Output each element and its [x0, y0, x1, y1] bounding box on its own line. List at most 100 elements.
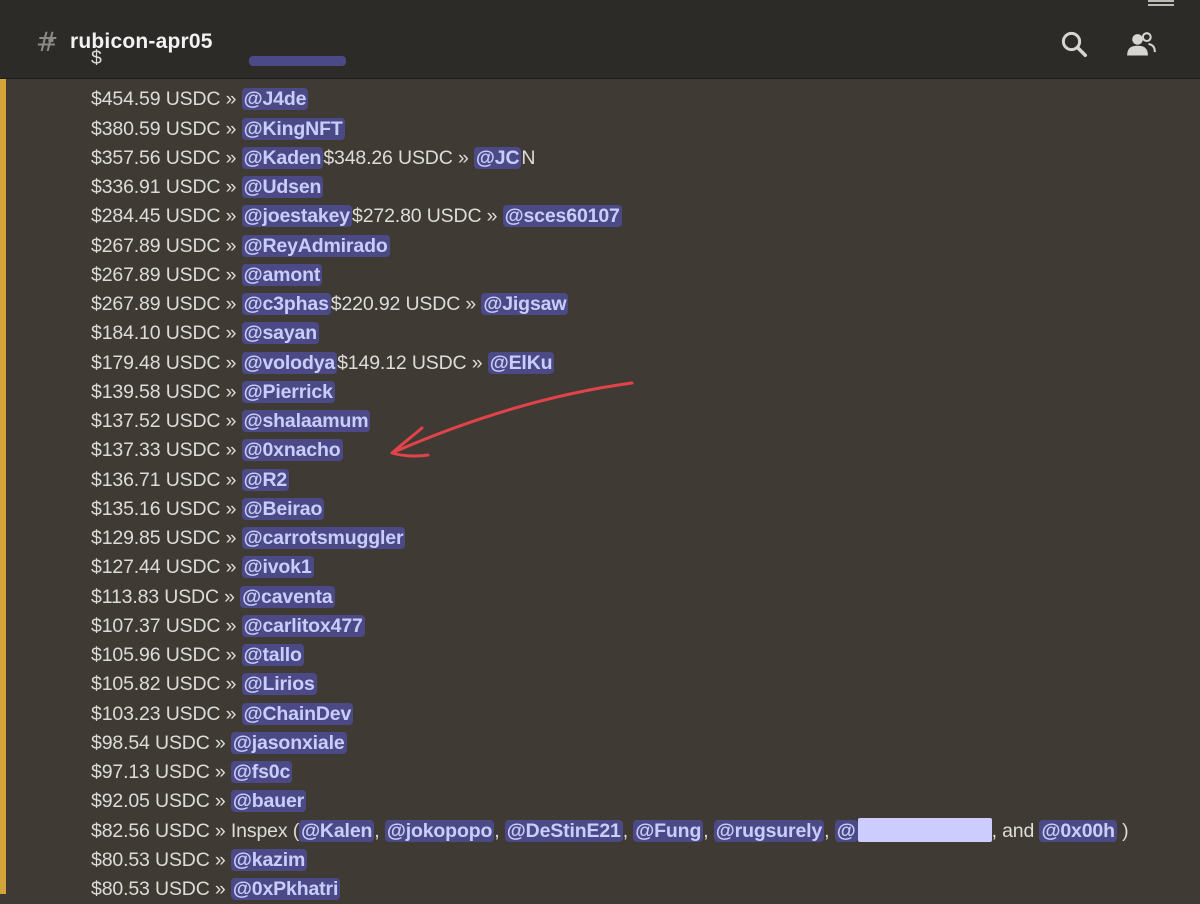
list-item: $380.59 USDC » @KingNFT — [91, 115, 1191, 144]
user-mention[interactable]: @bauer — [230, 790, 307, 813]
list-item: $184.10 USDC » @sayan — [91, 319, 1191, 348]
user-mention[interactable]: @Udsen — [241, 176, 324, 198]
amount-text: $357.56 USDC » — [91, 146, 242, 169]
user-mention[interactable]: @caventa — [240, 585, 335, 608]
suffix-text: N — [521, 146, 536, 169]
user-mention[interactable]: @ChainDev — [241, 702, 354, 725]
list-item: $284.45 USDC » @joestakey $272.80 USDC » … — [91, 202, 1191, 231]
list-item: $267.89 USDC » @amont — [91, 261, 1191, 290]
amount-text: $380.59 USDC » — [91, 117, 242, 140]
amount-text: $127.44 USDC » — [91, 556, 242, 579]
list-item: $ — [91, 47, 1191, 85]
amount-text: $105.82 USDC » — [91, 673, 242, 696]
amount-text: $97.13 USDC » — [91, 761, 231, 783]
amount-text: $137.52 USDC » — [91, 410, 242, 432]
user-mention[interactable]: @Beirao — [241, 497, 325, 520]
user-mention[interactable]: @0xnacho — [241, 439, 343, 462]
list-item: $113.83 USDC » @caventa — [91, 583, 1191, 612]
amount-text: $98.54 USDC » — [91, 731, 231, 754]
user-mention[interactable]: @jokopopo — [384, 819, 495, 842]
user-mention[interactable]: @jasonxiale — [230, 731, 347, 754]
amount-text: $179.48 USDC » — [91, 351, 242, 374]
message-list: $ $454.59 USDC » @J4de $380.59 USDC » @Kin… — [91, 47, 1191, 904]
amount-text: $454.59 USDC » — [91, 88, 242, 111]
amount-text: $105.96 USDC » — [91, 644, 242, 666]
list-item: $137.33 USDC » @0xnacho — [91, 436, 1191, 465]
separator-text: , and — [991, 819, 1040, 842]
list-item: $135.16 USDC » @Beirao — [91, 495, 1191, 524]
amount-text: $184.10 USDC » — [91, 322, 242, 345]
search-icon — [1061, 31, 1087, 57]
user-mention[interactable]: @carlitox477 — [241, 614, 365, 637]
list-item: $129.85 USDC » @carrotsmuggler — [91, 524, 1191, 553]
list-item: $127.44 USDC » @ivok1 — [91, 553, 1191, 582]
user-mention[interactable]: @Lirios — [241, 673, 317, 696]
list-item: $98.54 USDC » @jasonxiale — [91, 729, 1191, 758]
amount-text: $267.89 USDC » — [91, 234, 242, 257]
user-mention[interactable]: @fs0c — [230, 761, 293, 783]
separator-text: , — [703, 819, 714, 842]
user-mention[interactable]: @ReyAdmirado — [241, 234, 390, 257]
user-mention[interactable]: @rugsurely — [713, 819, 825, 842]
amount-text: $136.71 USDC » — [91, 468, 242, 491]
separator-text: , — [622, 819, 634, 842]
user-mention[interactable]: @joestakey — [241, 205, 353, 228]
amount-text: $92.05 USDC » — [91, 790, 231, 813]
user-mention[interactable]: @Fung — [633, 819, 704, 842]
user-mention[interactable]: @Pierrick — [241, 380, 335, 403]
list-item: $80.53 USDC » @0xPkhatri — [91, 875, 1191, 904]
user-mention[interactable]: @0xPkhatri — [230, 878, 341, 900]
user-mention[interactable]: @amont — [241, 263, 323, 286]
list-item: $336.91 USDC » @Udsen — [91, 173, 1191, 202]
user-mention[interactable]: @JC — [473, 146, 522, 169]
amount-text: $135.16 USDC » — [91, 497, 242, 520]
separator-text: , — [824, 819, 835, 842]
user-mention[interactable]: @0x00h — [1039, 819, 1117, 842]
amount-text: $272.80 USDC » — [352, 205, 503, 228]
list-item: $267.89 USDC » @ReyAdmirado — [91, 232, 1191, 261]
list-item: $103.23 USDC » @ChainDev — [91, 700, 1191, 729]
user-mention[interactable]: @ivok1 — [241, 556, 314, 579]
separator-text: ) — [1116, 819, 1129, 842]
user-mention[interactable]: @sces60107 — [502, 205, 622, 228]
user-mention[interactable]: @kazim — [230, 848, 308, 871]
redacted-block — [857, 817, 992, 842]
user-mention[interactable]: @Jigsaw — [481, 293, 569, 315]
amount-text: $103.23 USDC » — [91, 702, 242, 725]
amount-text: $267.89 USDC » — [91, 263, 242, 286]
list-item: $105.82 USDC » @Lirios — [91, 670, 1191, 699]
user-mention[interactable]: @sayan — [241, 322, 319, 345]
user-mention[interactable]: @J4de — [241, 88, 309, 111]
list-item: $82.56 USDC » Inspex (@Kalen, @jokopopo,… — [91, 817, 1191, 846]
user-mention[interactable]: @c3phas — [241, 293, 331, 315]
user-mention[interactable]: @ElKu — [487, 351, 555, 374]
list-item: $179.48 USDC » @volodya $149.12 USDC » @E… — [91, 349, 1191, 378]
user-mention[interactable]: @R2 — [241, 468, 290, 491]
list-item: $107.37 USDC » @carlitox477 — [91, 612, 1191, 641]
user-mention[interactable]: @KingNFT — [241, 117, 345, 140]
amount-text: $336.91 USDC » — [91, 176, 242, 198]
list-item: $97.13 USDC » @fs0c — [91, 758, 1191, 787]
amount-text: $80.53 USDC » — [91, 848, 231, 871]
user-mention[interactable] — [249, 56, 346, 66]
user-mention[interactable]: @Kalen — [299, 819, 375, 842]
user-mention[interactable]: @shalaamum — [241, 410, 371, 432]
annotation-arrow — [390, 381, 634, 458]
user-mention[interactable]: @ — [834, 819, 858, 842]
list-item: $80.53 USDC » @kazim — [91, 846, 1191, 875]
separator-text: , — [374, 819, 385, 842]
amount-text: $ — [91, 47, 102, 69]
separator-text: , — [494, 819, 505, 842]
user-mention[interactable]: @Kaden — [241, 146, 324, 169]
list-item: $136.71 USDC » @R2 — [91, 466, 1191, 495]
hashtag-lock-icon: # 🔒︎ — [35, 27, 59, 58]
user-mention[interactable]: @carrotsmuggler — [241, 527, 406, 549]
user-mention[interactable]: @volodya — [241, 351, 338, 374]
amount-text: $220.92 USDC » — [330, 293, 482, 315]
list-item: $454.59 USDC » @J4de — [91, 85, 1191, 114]
amount-text: $348.26 USDC » — [323, 146, 474, 169]
user-mention[interactable]: @tallo — [241, 644, 304, 666]
amount-text: $267.89 USDC » — [91, 293, 242, 315]
user-mention[interactable]: @DeStinE21 — [504, 819, 623, 842]
amount-text: $107.37 USDC » — [91, 614, 242, 637]
